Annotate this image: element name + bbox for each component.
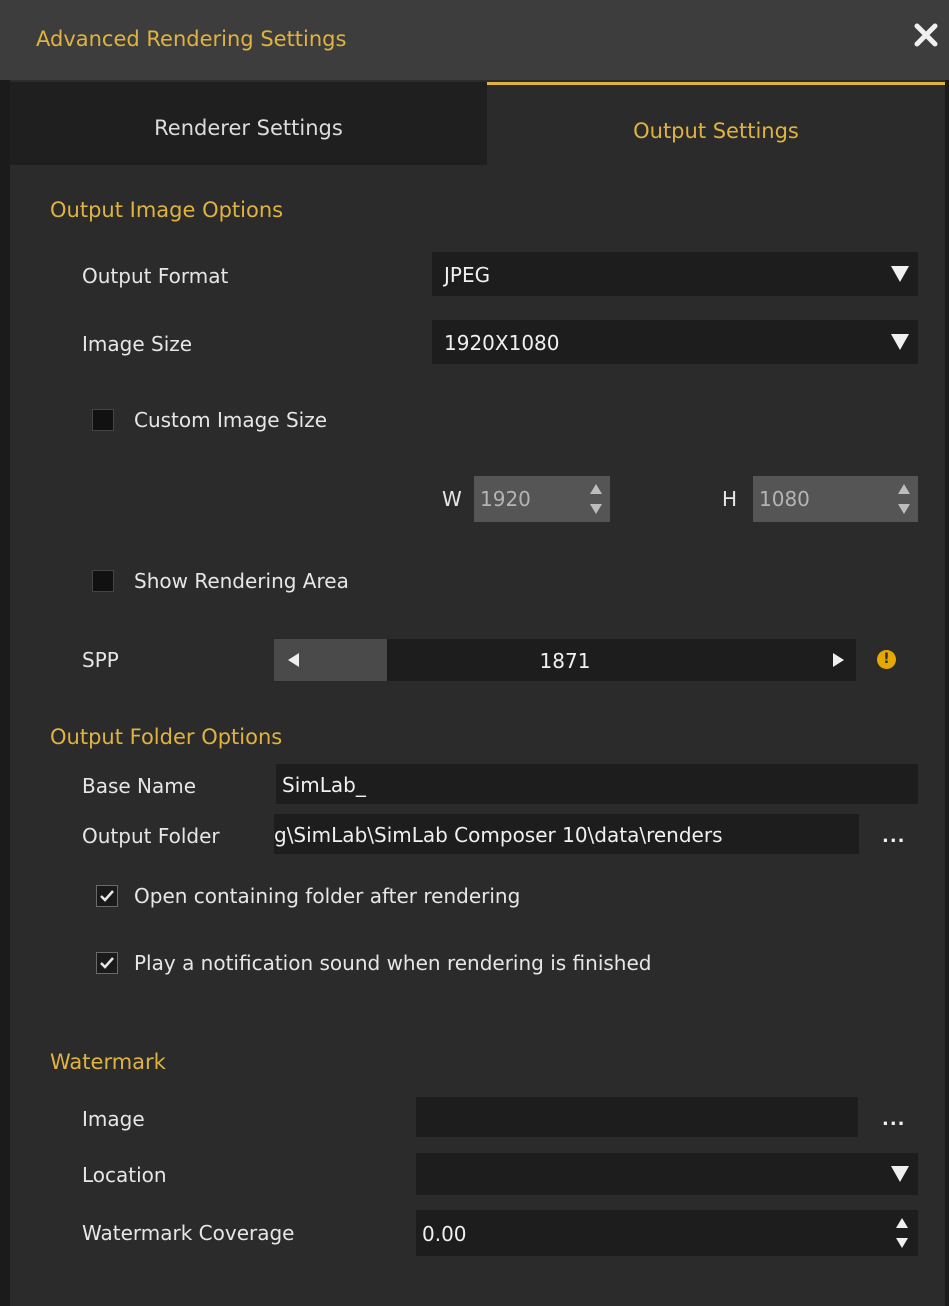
open-folder-checkbox[interactable] [96,885,118,907]
window-frame-left [0,80,10,1306]
close-button[interactable] [911,20,947,60]
height-label: H [722,487,738,511]
custom-image-size-checkbox[interactable] [92,409,114,431]
spp-slider[interactable]: 1871 [274,639,856,681]
tab-renderer-settings[interactable]: Renderer Settings [10,82,487,165]
arrow-right-icon[interactable] [832,653,844,667]
width-spinbox[interactable]: 1920 [474,476,610,522]
output-format-dropdown[interactable]: JPEG [432,252,918,296]
watermark-location-label: Location [82,1163,167,1187]
height-value: 1080 [759,487,810,511]
browse-output-folder-button[interactable]: ... [882,826,906,847]
base-name-value: SimLab_ [282,773,366,797]
open-folder-label: Open containing folder after rendering [134,884,521,908]
notification-sound-label: Play a notification sound when rendering… [134,951,652,975]
info-icon[interactable]: ! [877,650,896,669]
checkmark-icon [100,957,114,969]
spin-arrows-icon[interactable] [896,482,912,516]
output-format-label: Output Format [82,264,229,288]
watermark-coverage-spinbox[interactable]: 0.00 [416,1210,918,1256]
base-name-input[interactable]: SimLab_ [276,764,918,804]
custom-image-size-label: Custom Image Size [134,408,328,432]
output-folder-input[interactable]: g\SimLab\SimLab Composer 10\data\renders [274,814,859,854]
title-bar: Advanced Rendering Settings [0,0,949,80]
width-value: 1920 [480,487,531,511]
spin-arrows-icon[interactable] [588,482,604,516]
image-size-label: Image Size [82,332,193,356]
close-icon [914,23,938,47]
spp-value: 1871 [539,649,591,673]
watermark-coverage-label: Watermark Coverage [82,1221,295,1245]
arrow-left-icon[interactable] [288,653,300,667]
watermark-heading: Watermark [50,1050,166,1074]
tab-output-settings[interactable]: Output Settings [487,82,945,165]
notification-sound-checkbox[interactable] [96,952,118,974]
window-title: Advanced Rendering Settings [36,27,347,51]
output-format-value: JPEG [444,263,491,287]
width-label: W [442,487,462,511]
watermark-image-input[interactable] [416,1097,858,1137]
spp-label: SPP [82,648,119,672]
show-rendering-area-checkbox[interactable] [92,570,114,592]
window-frame-right [945,80,949,1306]
output-folder-options-heading: Output Folder Options [50,725,283,749]
spin-arrows-icon[interactable] [894,1216,910,1250]
output-folder-label: Output Folder [82,824,220,848]
image-size-value: 1920X1080 [444,331,560,355]
show-rendering-area-label: Show Rendering Area [134,569,349,593]
info-glyph: ! [883,651,890,667]
base-name-label: Base Name [82,774,197,798]
image-size-dropdown[interactable]: 1920X1080 [432,320,918,364]
browse-watermark-image-button[interactable]: ... [882,1109,906,1130]
chevron-down-icon [891,266,909,282]
watermark-location-dropdown[interactable] [416,1153,918,1195]
output-image-options-heading: Output Image Options [50,198,284,222]
checkmark-icon [100,890,114,902]
height-spinbox[interactable]: 1080 [753,476,918,522]
chevron-down-icon [891,334,909,350]
output-folder-value: g\SimLab\SimLab Composer 10\data\renders [274,823,723,847]
watermark-image-label: Image [82,1107,145,1131]
chevron-down-icon [891,1166,909,1182]
watermark-coverage-value: 0.00 [422,1222,467,1246]
